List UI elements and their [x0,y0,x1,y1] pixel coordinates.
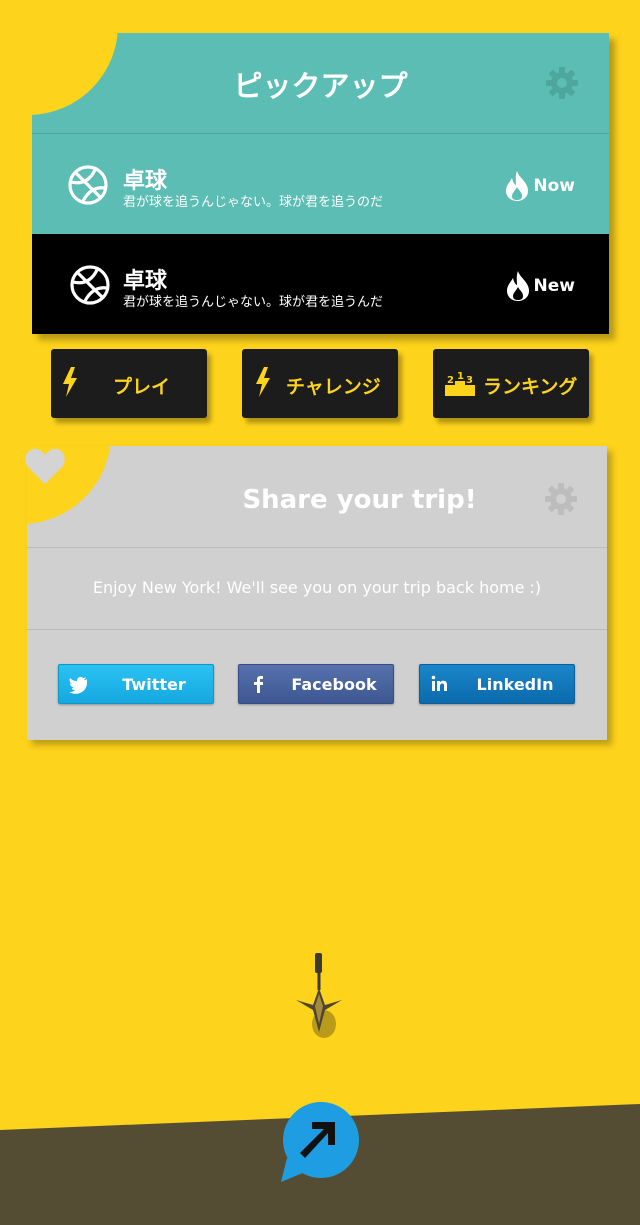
settings-gear-icon[interactable] [544,482,578,516]
share-title: Share your trip! [242,485,477,515]
status-badge: New [505,270,575,302]
ranking-button[interactable]: 2 1 3 ランキング [433,349,589,418]
divider [27,629,607,630]
svg-text:1: 1 [457,371,464,382]
share-fab-button[interactable] [279,1100,363,1184]
lightning-icon [256,367,270,397]
twitter-label: Twitter [122,675,186,694]
linkedin-label: LinkedIn [476,675,554,694]
linkedin-icon [431,675,447,691]
divider [27,547,607,548]
list-item[interactable]: 卓球 君が球を追うんじゃない。球が君を追うのだ Now [32,134,609,234]
play-label: プレイ [113,376,171,398]
flame-icon [506,171,529,201]
pickup-header: ピックアップ [32,33,609,134]
facebook-label: Facebook [291,675,377,694]
ranking-label: ランキング [483,376,578,398]
badge-label: Now [533,176,575,196]
facebook-icon [254,676,263,693]
twitter-button[interactable]: Twitter [58,664,214,704]
facebook-button[interactable]: Facebook [238,664,394,704]
share-message: Enjoy New York! We'll see you on your tr… [92,578,542,597]
heart-icon[interactable] [24,446,66,486]
flame-icon [506,271,529,301]
twitter-bird-icon [69,677,88,694]
challenge-label: チャレンジ [286,376,381,398]
podium-icon: 2 1 3 [445,371,475,396]
basketball-icon [68,165,108,205]
pickup-card: ピックアップ 卓球 君が球を追うんじゃない。球が君を追うのだ Now 卓球 君が… [32,33,609,334]
share-card: Share your trip! Enjoy New York! We'll s… [27,446,607,740]
basketball-icon [70,265,110,305]
challenge-button[interactable]: チャレンジ [242,349,398,418]
list-item[interactable]: 卓球 君が球を追うんじゃない。球が君を追うんだ New [32,234,609,334]
airplane-sprite [296,953,342,1038]
item-subtitle: 君が球を追うんじゃない。球が君を追うんだ [123,295,384,310]
status-badge: Now [504,170,575,202]
pickup-title: ピックアップ [233,69,408,103]
linkedin-button[interactable]: LinkedIn [419,664,575,704]
lightning-icon [63,367,77,397]
badge-label: New [533,276,575,296]
settings-gear-icon[interactable] [545,66,579,100]
svg-text:2: 2 [447,375,454,386]
play-button[interactable]: プレイ [51,349,207,418]
item-subtitle: 君が球を追うんじゃない。球が君を追うのだ [123,195,384,210]
svg-text:3: 3 [466,375,473,386]
